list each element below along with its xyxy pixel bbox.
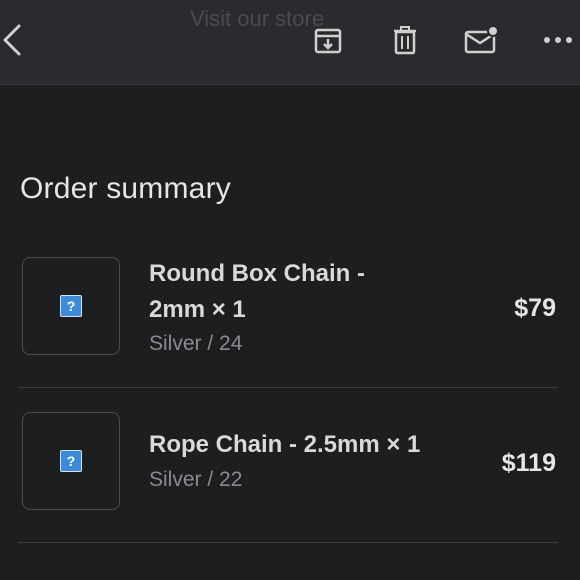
- product-price: $119: [501, 449, 556, 477]
- archive-icon: [314, 28, 342, 54]
- mail-unread-icon: [464, 25, 499, 54]
- order-summary-heading: Order summary: [20, 172, 231, 205]
- order-line-item: ? Round Box Chain - 2mm × 1 Silver / 24 …: [18, 232, 558, 388]
- more-icon: [544, 37, 572, 43]
- missing-image-icon: ?: [60, 295, 82, 317]
- product-name: Round Box Chain - 2mm × 1: [149, 260, 365, 323]
- trash-icon: [394, 26, 416, 55]
- product-variant: Silver / 22: [149, 468, 243, 491]
- product-thumbnail[interactable]: ?: [22, 412, 120, 510]
- top-toolbar: Visit our store: [0, 0, 580, 85]
- product-name: Rope Chain - 2.5mm × 1: [149, 431, 421, 458]
- back-button[interactable]: [0, 22, 30, 58]
- mark-unread-button[interactable]: [463, 22, 499, 58]
- product-variant: Silver / 24: [149, 332, 243, 355]
- delete-button[interactable]: [387, 22, 423, 58]
- archive-button[interactable]: [310, 22, 346, 58]
- product-price: $79: [514, 294, 556, 322]
- back-icon: [3, 24, 21, 56]
- missing-image-icon: ?: [60, 450, 82, 472]
- order-line-item: ? Rope Chain - 2.5mm × 1 Silver / 22 $11…: [18, 387, 558, 543]
- more-button[interactable]: [540, 22, 576, 58]
- product-thumbnail[interactable]: ?: [22, 257, 120, 355]
- faded-header-text: Visit our store: [190, 6, 325, 31]
